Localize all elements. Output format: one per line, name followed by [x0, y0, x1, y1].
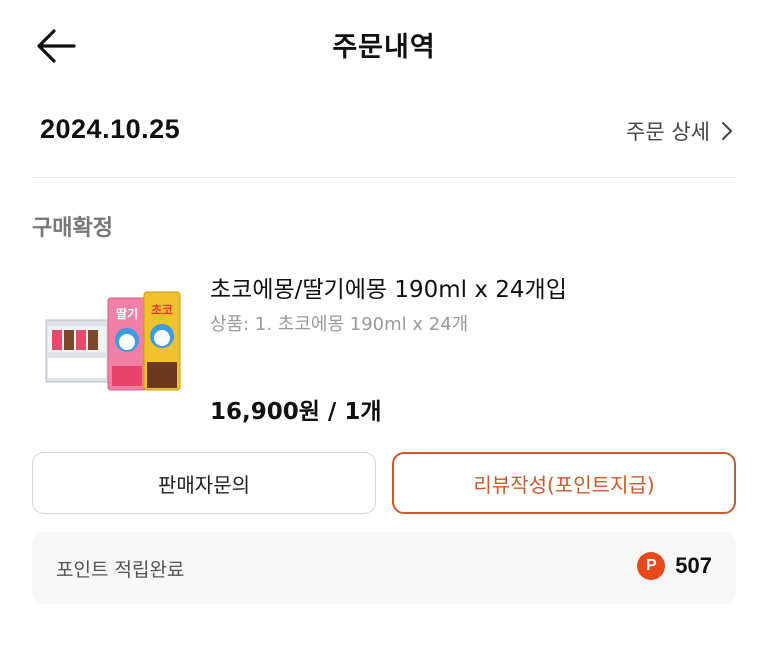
order-date: 2024.10.25	[40, 114, 181, 144]
chevron-right-icon	[722, 122, 732, 140]
product-image: 딸기 초코	[45, 291, 181, 391]
product-price: 16,900원 / 1개	[210, 399, 382, 425]
seller-inquiry-button[interactable]: 판매자문의	[32, 452, 376, 514]
points-label: 포인트 적립완료	[56, 559, 185, 581]
thumb-strawberry-text: 딸기	[116, 306, 138, 321]
order-date-row: 2024.10.25 주문 상세	[40, 112, 736, 152]
thumb-choco-text: 초코	[151, 303, 173, 317]
order-status: 구매확정	[32, 216, 113, 241]
product-option: 상품: 1. 초코에몽 190ml x 24개	[210, 314, 469, 335]
order-detail-link[interactable]: 주문 상세	[626, 116, 734, 146]
product-name[interactable]: 초코에몽/딸기에몽 190ml x 24개입	[210, 270, 567, 304]
page-title: 주문내역	[332, 32, 436, 63]
product-thumbnail[interactable]: 딸기 초코	[42, 270, 182, 420]
point-icon: P	[637, 552, 666, 580]
write-review-button[interactable]: 리뷰작성(포인트지급)	[392, 452, 736, 514]
divider	[32, 177, 736, 178]
points-value: 507	[675, 553, 712, 578]
seller-inquiry-label: 판매자문의	[158, 472, 250, 497]
points-box: 포인트 적립완료 P 507	[32, 532, 736, 604]
order-detail-label: 주문 상세	[626, 120, 710, 144]
header: 주문내역	[0, 0, 768, 90]
points-value-group: P 507	[637, 552, 712, 580]
write-review-label: 리뷰작성(포인트지급)	[473, 472, 655, 497]
